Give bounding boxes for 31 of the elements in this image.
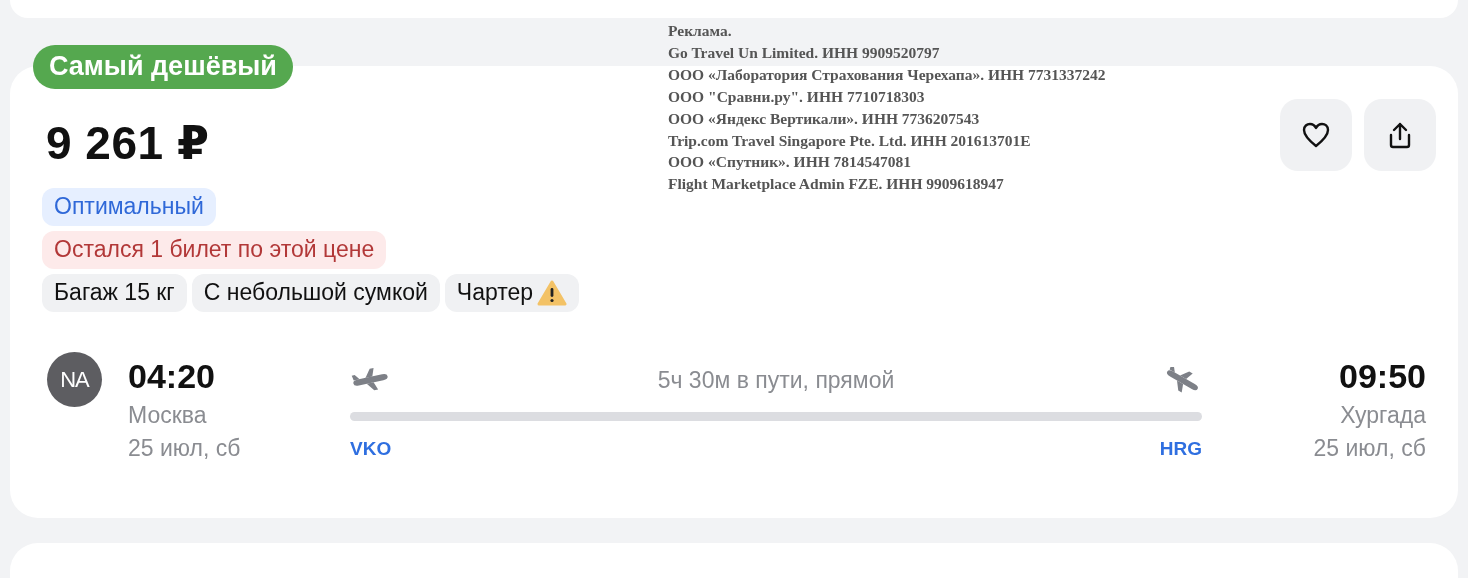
cheapest-badge: Самый дешёвый xyxy=(33,45,293,89)
favorite-button[interactable] xyxy=(1280,99,1352,171)
warning-icon xyxy=(537,279,568,306)
ad-disclaimer-line: Реклама. xyxy=(668,21,733,41)
ad-disclaimer-line: Go Travel Un Limited. ИНН 9909520797 xyxy=(668,42,941,63)
flight-duration: 5ч 30м в пути, прямой xyxy=(657,366,895,394)
ad-disclaimer-line: ООО «Лаборатория Страхования Черехапа». ИНН 7731337242 xyxy=(668,64,1106,85)
departure-date: 25 июл, сб xyxy=(128,435,241,462)
fare-tag: Оптимальный xyxy=(42,188,216,226)
airline-logo: NA xyxy=(47,352,102,407)
ad-disclaimer-line: Trip.com Travel Singapore Pte. Ltd. ИНН 201613701E xyxy=(668,130,1032,151)
departure-city: Москва xyxy=(128,402,207,429)
ad-disclaimer-line: ООО «Яндекс Вертикали». ИНН 7736207543 xyxy=(668,108,981,129)
ad-disclaimer-line: Flight Marketplace Admin FZE. ИНН 9909618947 xyxy=(668,174,1005,195)
arrival-city: Хургада xyxy=(1340,402,1426,429)
ad-disclaimer-line: ООО «Спутник». ИНН 7814547081 xyxy=(668,152,913,173)
fare-tag: Остался 1 билет по этой цене xyxy=(42,231,387,269)
departure-time: 04:20 xyxy=(128,357,215,396)
feature-label: С небольшой сумкой xyxy=(203,279,428,306)
share-button[interactable] xyxy=(1364,99,1436,171)
feature-label: Чартер xyxy=(456,279,534,306)
arrival-airport-code: HRG xyxy=(1159,438,1202,460)
heart-icon xyxy=(1302,122,1330,148)
share-icon xyxy=(1387,121,1413,149)
feature-label: Багаж 15 кг xyxy=(54,279,175,306)
departure-airport-code: VKO xyxy=(350,438,392,460)
takeoff-plane-icon xyxy=(350,367,390,393)
ad-disclaimer-line: ООО "Сравни.ру". ИНН 7710718303 xyxy=(668,86,926,107)
price: 9 261 ₽ xyxy=(46,116,210,170)
arrival-date: 25 июл, сб xyxy=(1313,435,1426,462)
arrival-time: 09:50 xyxy=(1339,357,1426,396)
